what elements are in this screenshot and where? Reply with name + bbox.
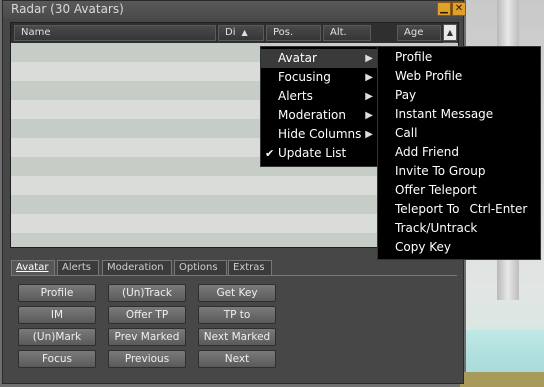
- menu-item-label: Moderation: [278, 108, 346, 122]
- column-label: Pos.: [273, 27, 294, 38]
- tab-label: Moderation: [107, 262, 164, 273]
- column-label: Name: [21, 27, 51, 38]
- list-header: Name Di ▲ Pos. Alt. Age ▲: [11, 23, 458, 43]
- column-header-name[interactable]: Name: [14, 25, 216, 41]
- avatar-submenu: Profile Web Profile Pay Instant Message …: [377, 46, 541, 260]
- profile-button[interactable]: Profile: [18, 284, 96, 302]
- menu-item-label: Avatar: [278, 51, 317, 65]
- submenu-item-teleport-to[interactable]: Teleport To Ctrl-Enter: [378, 200, 540, 219]
- submenu-item-pay[interactable]: Pay: [378, 86, 540, 105]
- chevron-up-icon: ▲: [446, 28, 454, 37]
- column-label: Alt.: [330, 27, 347, 38]
- next-marked-button[interactable]: Next Marked: [198, 328, 276, 346]
- context-menu: Avatar ▶ Focusing ▶ Alerts ▶ Moderation …: [260, 46, 378, 167]
- menu-item-label: Alerts: [278, 89, 313, 103]
- menu-item-label: Teleport To: [395, 202, 460, 216]
- menu-item-alerts[interactable]: Alerts ▶: [261, 87, 377, 106]
- submenu-item-web-profile[interactable]: Web Profile: [378, 67, 540, 86]
- submenu-arrow-icon: ▶: [365, 53, 373, 64]
- menu-item-label: Update List: [278, 146, 347, 160]
- submenu-arrow-icon: ▶: [365, 110, 373, 121]
- submenu-item-copy-key[interactable]: Copy Key: [378, 238, 540, 257]
- focus-button[interactable]: Focus: [18, 350, 96, 368]
- keyboard-shortcut: Ctrl-Enter: [469, 202, 528, 216]
- im-button[interactable]: IM: [18, 306, 96, 324]
- menu-item-focusing[interactable]: Focusing ▶: [261, 68, 377, 87]
- menu-item-moderation[interactable]: Moderation ▶: [261, 106, 377, 125]
- submenu-arrow-icon: ▶: [365, 129, 373, 140]
- prev-marked-button[interactable]: Prev Marked: [108, 328, 186, 346]
- menu-item-avatar[interactable]: Avatar ▶: [261, 49, 377, 68]
- submenu-item-profile[interactable]: Profile: [378, 48, 540, 67]
- tab-divider: [11, 275, 457, 276]
- submenu-item-track-untrack[interactable]: Track/Untrack: [378, 219, 540, 238]
- untrack-button[interactable]: (Un)Track: [108, 284, 186, 302]
- submenu-item-add-friend[interactable]: Add Friend: [378, 143, 540, 162]
- tab-label: Alerts: [62, 262, 92, 273]
- minimize-button[interactable]: ▁: [437, 2, 451, 16]
- offer-tp-button[interactable]: Offer TP: [108, 306, 186, 324]
- column-header-altitude[interactable]: Alt.: [323, 25, 371, 41]
- get-key-button[interactable]: Get Key: [198, 284, 276, 302]
- column-header-age[interactable]: Age: [397, 25, 441, 41]
- menu-item-hide-columns[interactable]: Hide Columns ▶: [261, 125, 377, 144]
- menu-item-update-list[interactable]: ✔ Update List: [261, 144, 377, 163]
- checkmark-icon: ✔: [265, 147, 275, 160]
- menu-item-label: Focusing: [278, 70, 331, 84]
- tab-extras[interactable]: Extras: [228, 260, 272, 275]
- tab-options[interactable]: Options: [174, 260, 227, 275]
- previous-button[interactable]: Previous: [108, 350, 186, 368]
- column-label: Di: [225, 27, 236, 38]
- tp-to-button[interactable]: TP to: [198, 306, 276, 324]
- submenu-item-call[interactable]: Call: [378, 124, 540, 143]
- tab-alerts[interactable]: Alerts: [57, 260, 99, 275]
- column-label: Age: [404, 27, 424, 38]
- scroll-up-button[interactable]: ▲: [443, 24, 457, 41]
- world-ground: [460, 372, 544, 387]
- submenu-arrow-icon: ▶: [365, 72, 373, 83]
- submenu-item-offer-teleport[interactable]: Offer Teleport: [378, 181, 540, 200]
- window-title: Radar (30 Avatars): [11, 2, 124, 16]
- submenu-item-invite-to-group[interactable]: Invite To Group: [378, 162, 540, 181]
- tab-label: Avatar: [16, 262, 49, 273]
- next-button[interactable]: Next: [198, 350, 276, 368]
- tab-label: Extras: [233, 262, 265, 273]
- close-button[interactable]: ✕: [452, 2, 466, 16]
- unmark-button[interactable]: (Un)Mark: [18, 328, 96, 346]
- menu-item-label: Hide Columns: [278, 127, 362, 141]
- close-icon: ✕: [454, 3, 464, 14]
- minimize-icon: ▁: [440, 3, 448, 14]
- tab-avatar[interactable]: Avatar: [11, 260, 55, 275]
- submenu-item-instant-message[interactable]: Instant Message: [378, 105, 540, 124]
- column-header-position[interactable]: Pos.: [266, 25, 321, 41]
- submenu-arrow-icon: ▶: [365, 91, 373, 102]
- title-bar[interactable]: Radar (30 Avatars) ▁ ✕: [3, 1, 466, 19]
- sort-ascending-icon: ▲: [241, 28, 248, 37]
- tab-label: Options: [179, 262, 218, 273]
- column-header-distance[interactable]: Di ▲: [218, 25, 264, 41]
- tab-moderation[interactable]: Moderation: [102, 260, 172, 275]
